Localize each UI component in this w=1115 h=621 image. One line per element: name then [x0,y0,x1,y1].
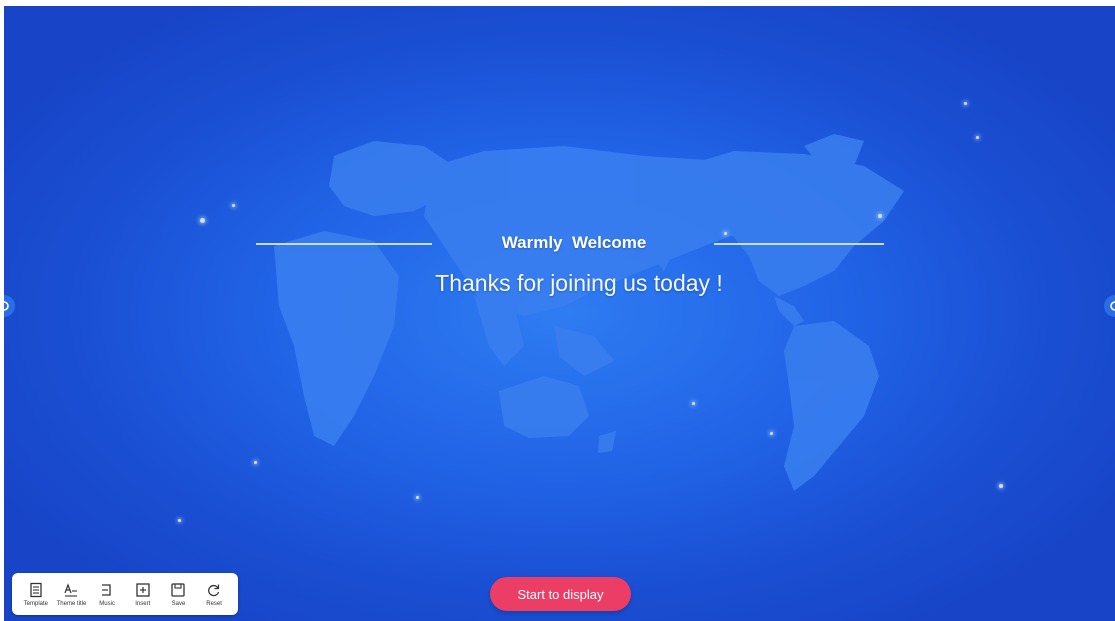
music-label: Music [99,600,115,607]
reset-button[interactable]: Reset [197,575,231,613]
sparkle [770,432,773,435]
reset-label: Reset [206,600,222,607]
welcome-title: Warmly Welcome [501,233,647,252]
save-label: Save [171,600,186,607]
title-line-left [256,243,432,245]
insert-button[interactable]: Insert [126,575,160,613]
world-map [274,134,904,491]
sparkle [724,232,727,235]
template-label: Template [23,600,48,607]
refresh-icon [4,301,9,311]
insert-icon [136,582,150,597]
insert-label: Insert [135,600,151,607]
title-line-right [714,243,884,245]
sparkle [200,218,205,223]
save-button[interactable]: Save [161,575,195,613]
sparkle [999,484,1003,488]
sparkle [254,461,257,464]
welcome-subtitle: Thanks for joining us today ! [435,270,723,296]
theme-title-icon [64,582,78,597]
start-to-display-button[interactable]: Start to display [490,577,631,611]
theme-title-button[interactable]: Theme title [54,575,88,613]
sparkle [976,136,979,139]
sparkle [964,102,967,105]
template-icon [30,582,42,597]
music-button[interactable]: Music [90,575,124,613]
welcome-screen: Warmly Welcome Thanks for joining us tod… [4,6,1115,621]
refresh-icon [1110,301,1115,311]
music-icon [102,583,111,596]
sparkle [178,519,181,522]
sparkle [692,402,695,405]
sparkle [416,496,419,499]
template-button[interactable]: Template [19,575,53,613]
theme-title-label: Theme title [56,600,87,607]
sparkle [232,204,235,207]
save-icon [171,582,186,597]
bottom-toolbar: Template Theme title Music Insert Save R… [12,573,238,615]
sparkle [878,214,882,218]
reset-icon [208,584,220,596]
